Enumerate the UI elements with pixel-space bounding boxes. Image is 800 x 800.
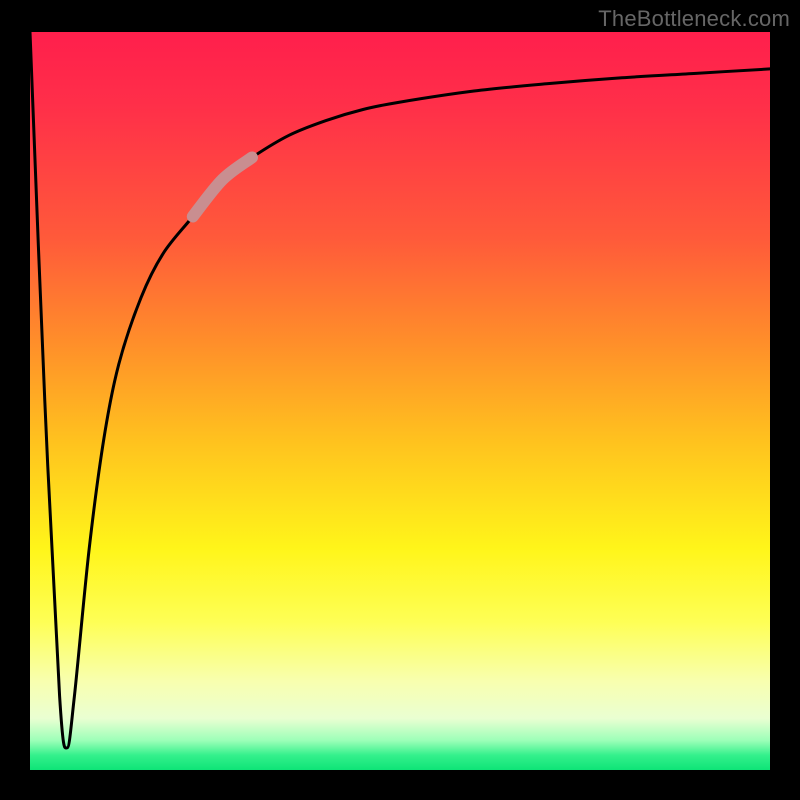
plot-area [30, 32, 770, 770]
watermark-text: TheBottleneck.com [598, 6, 790, 32]
chart-frame: TheBottleneck.com [0, 0, 800, 800]
bottleneck-curve-highlight [193, 157, 252, 216]
bottleneck-curve-svg [30, 32, 770, 770]
bottleneck-curve-path [30, 32, 770, 748]
